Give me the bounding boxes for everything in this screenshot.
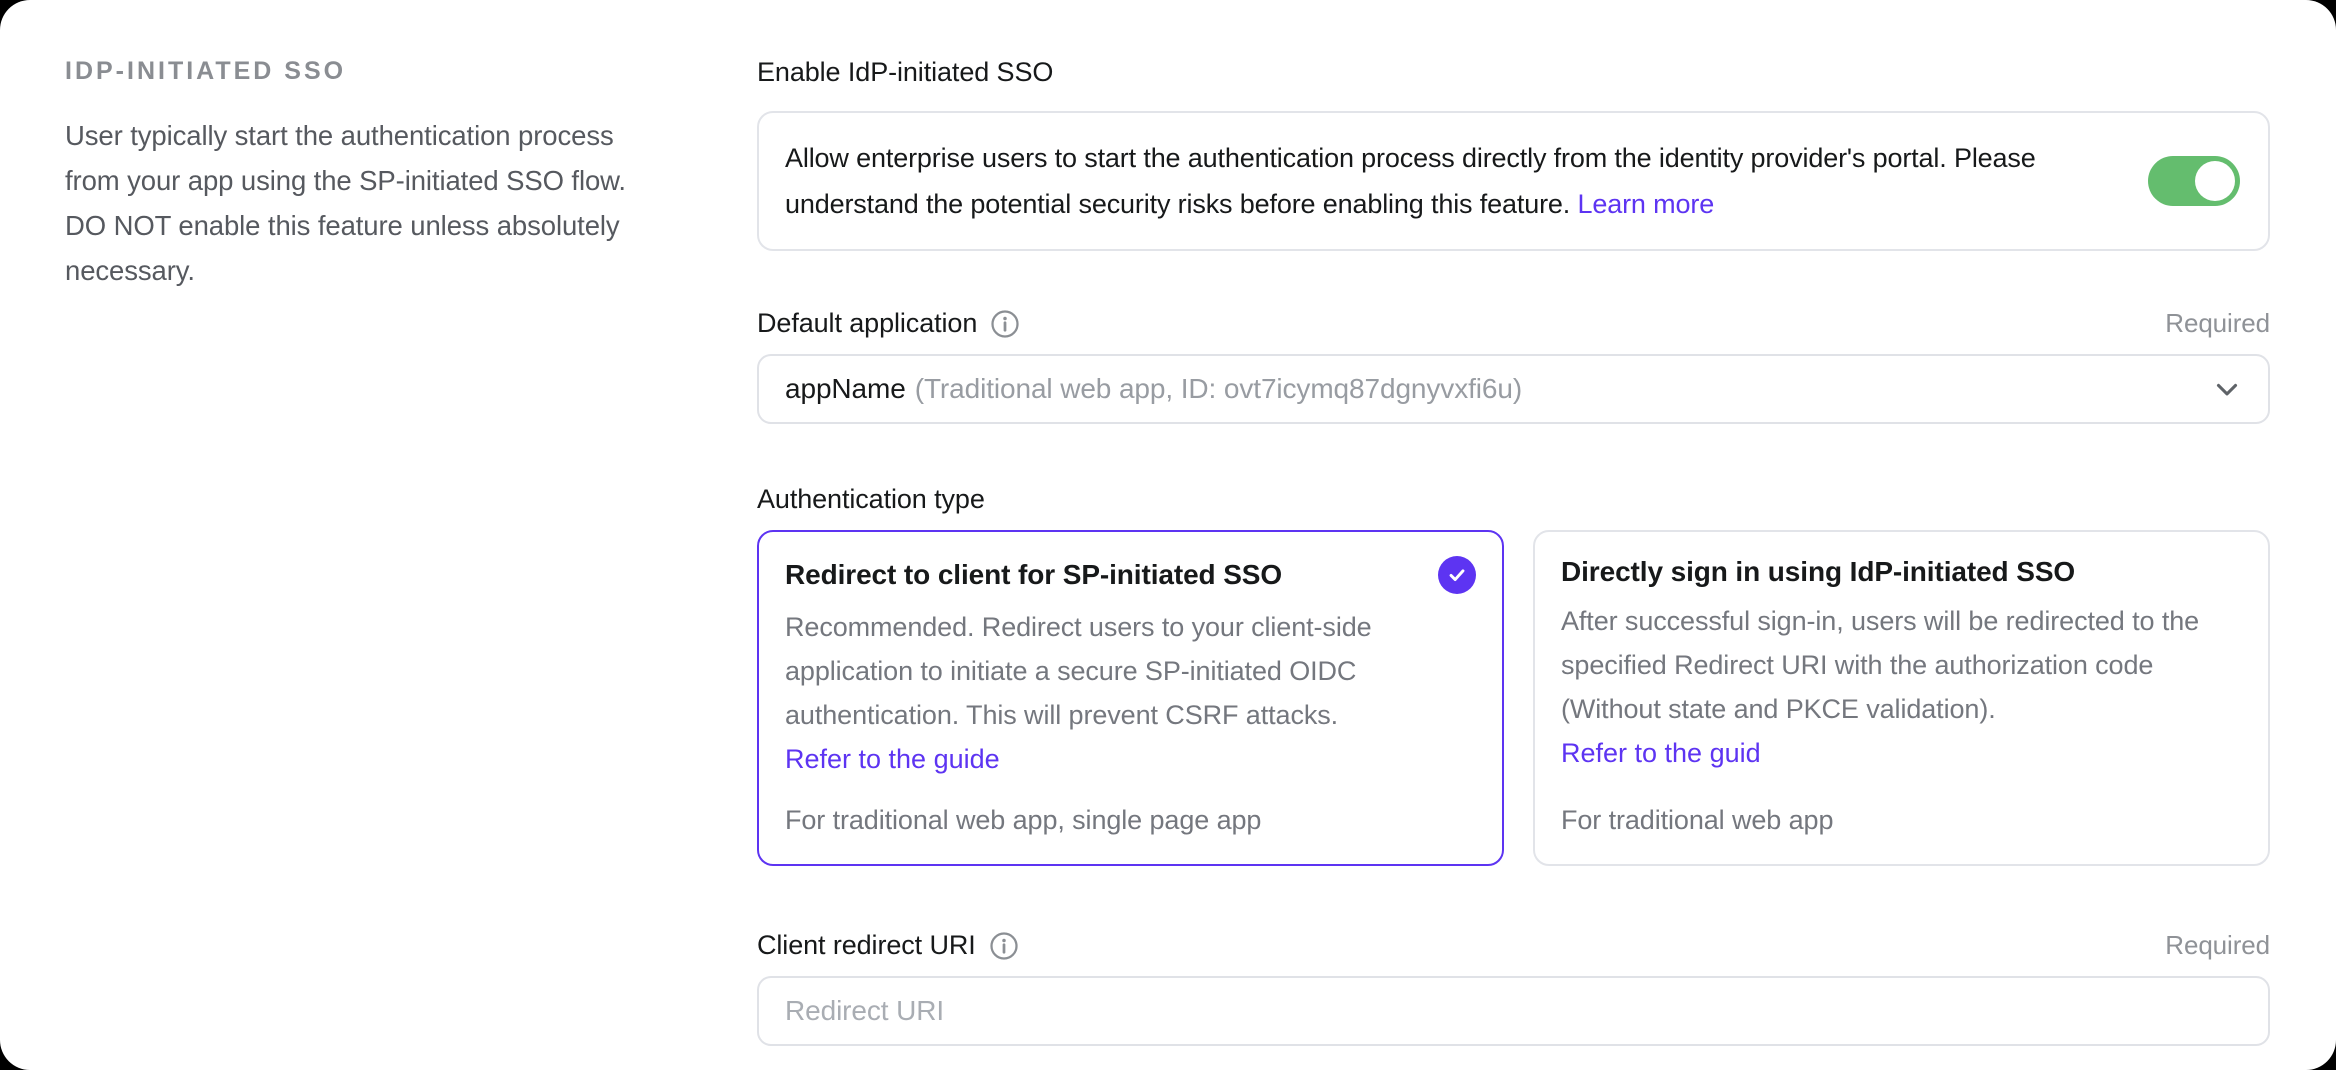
required-badge: Required xyxy=(2165,930,2270,961)
client-redirect-uri-input[interactable] xyxy=(757,976,2270,1046)
default-application-label: Default application xyxy=(757,308,977,339)
enable-sso-description: Allow enterprise users to start the auth… xyxy=(785,135,2135,227)
section-description: User typically start the authentication … xyxy=(65,113,650,293)
enable-sso-toggle[interactable] xyxy=(2148,156,2240,206)
default-application-label-row: Default application Required xyxy=(757,308,2270,339)
authentication-type-label: Authentication type xyxy=(757,484,985,515)
option-title: Redirect to client for SP-initiated SSO xyxy=(785,559,1282,591)
option-title-row: Redirect to client for SP-initiated SSO xyxy=(785,556,1476,594)
client-redirect-uri-label: Client redirect URI xyxy=(757,930,976,961)
refer-to-guide-link[interactable]: Refer to the guid xyxy=(1561,731,2242,775)
option-redirect-to-client[interactable]: Redirect to client for SP-initiated SSO … xyxy=(757,530,1504,866)
enable-sso-label-row: Enable IdP-initiated SSO xyxy=(757,57,2270,88)
client-redirect-uri-label-row: Client redirect URI Required xyxy=(757,930,2270,961)
option-description: Recommended. Redirect users to your clie… xyxy=(785,605,1476,737)
idp-initiated-sso-settings-page: IDP-INITIATED SSO User typically start t… xyxy=(0,0,2336,1070)
default-application-select[interactable]: appName (Traditional web app, ID: ovt7ic… xyxy=(757,354,2270,424)
check-icon xyxy=(1438,556,1476,594)
option-footer: For traditional web app, single page app xyxy=(785,805,1476,840)
refer-to-guide-link[interactable]: Refer to the guide xyxy=(785,737,1476,781)
section-title: IDP-INITIATED SSO xyxy=(65,57,650,86)
enable-sso-description-text: Allow enterprise users to start the auth… xyxy=(785,143,2036,219)
settings-form: Enable IdP-initiated SSO Allow enterpris… xyxy=(757,0,2270,1046)
option-title: Directly sign in using IdP-initiated SSO xyxy=(1561,556,2075,588)
option-directly-sign-in[interactable]: Directly sign in using IdP-initiated SSO… xyxy=(1533,530,2270,866)
authentication-type-label-row: Authentication type xyxy=(757,484,2270,515)
required-badge: Required xyxy=(2165,308,2270,339)
learn-more-link[interactable]: Learn more xyxy=(1577,189,1714,219)
selected-app-detail: (Traditional web app, ID: ovt7icymq87dgn… xyxy=(915,373,1522,405)
option-footer: For traditional web app xyxy=(1561,805,2242,840)
info-icon[interactable] xyxy=(989,931,1019,961)
enable-sso-label: Enable IdP-initiated SSO xyxy=(757,57,1053,88)
option-description: After successful sign-in, users will be … xyxy=(1561,599,2242,731)
selected-app-name: appName xyxy=(785,373,906,405)
info-icon[interactable] xyxy=(990,309,1020,339)
option-title-row: Directly sign in using IdP-initiated SSO xyxy=(1561,556,2242,588)
enable-sso-card: Allow enterprise users to start the auth… xyxy=(757,111,2270,251)
authentication-type-options: Redirect to client for SP-initiated SSO … xyxy=(757,530,2270,866)
section-description-panel: IDP-INITIATED SSO User typically start t… xyxy=(65,57,650,293)
toggle-knob xyxy=(2195,161,2235,201)
chevron-down-icon xyxy=(2210,372,2244,406)
